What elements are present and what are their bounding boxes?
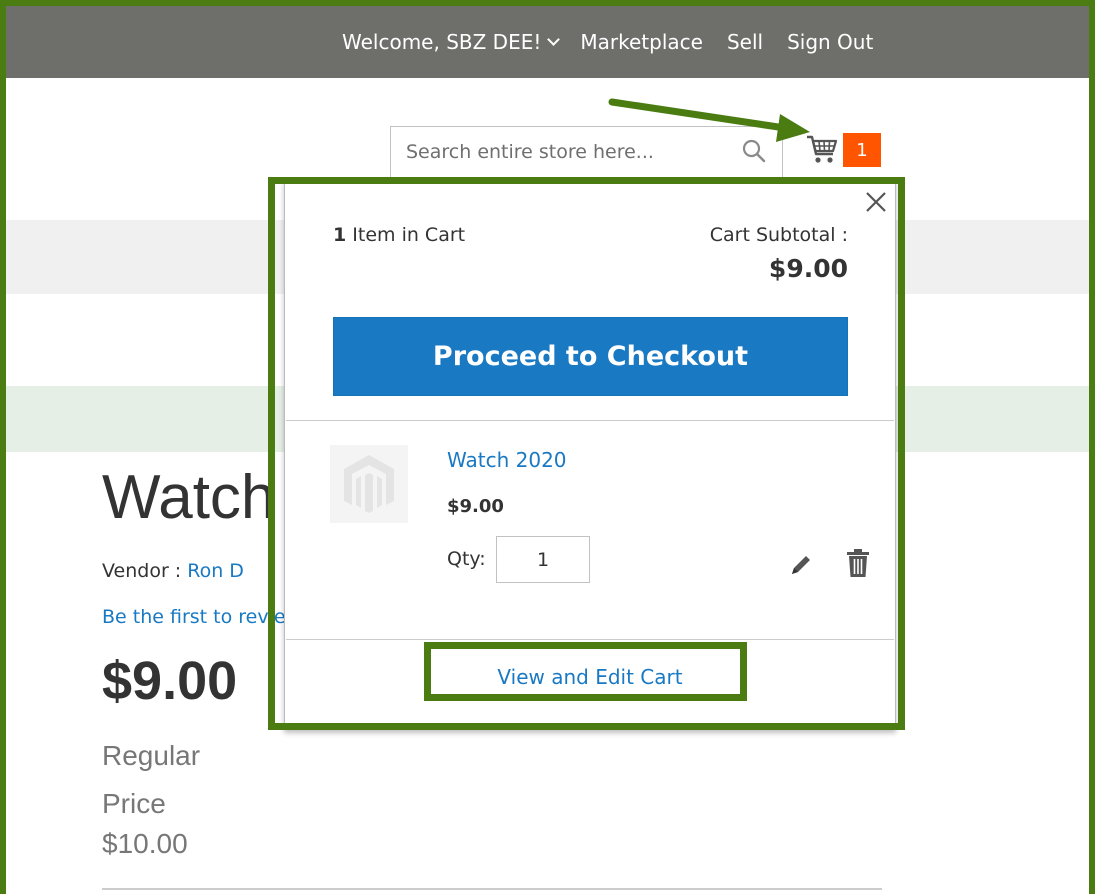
chevron-down-icon (547, 32, 561, 46)
vendor-link[interactable]: Ron D (187, 560, 244, 582)
trash-icon[interactable] (846, 548, 870, 578)
qty-input[interactable] (496, 536, 590, 583)
minicart-divider (286, 420, 894, 421)
regular-price-label: Regular Price (102, 740, 201, 819)
cart-count-badge[interactable]: 1 (843, 133, 881, 167)
view-and-edit-cart-link[interactable]: View and Edit Cart (430, 665, 750, 689)
cart-item-name[interactable]: Watch 2020 (447, 448, 567, 472)
items-count-label: Item in Cart (346, 224, 466, 246)
cart-item-price: $9.00 (447, 496, 504, 517)
top-links: Welcome, SBZ DEE! Marketplace Sell Sign … (342, 6, 897, 78)
subtotal-label: Cart Subtotal : (709, 224, 848, 246)
items-in-cart: 1 Item in Cart (333, 224, 465, 246)
minicart-divider (286, 639, 894, 640)
qty-label: Qty: (447, 548, 486, 570)
product-title: Watch (102, 463, 276, 532)
sell-link[interactable]: Sell (727, 30, 763, 54)
product-thumbnail[interactable] (330, 445, 408, 523)
marketplace-link[interactable]: Marketplace (580, 30, 703, 54)
sign-out-link[interactable]: Sign Out (787, 30, 873, 54)
welcome-dropdown[interactable]: Welcome, SBZ DEE! (342, 30, 561, 54)
vendor-label: Vendor : (102, 560, 188, 582)
top-bar: Welcome, SBZ DEE! Marketplace Sell Sign … (6, 6, 1095, 78)
product-price: $9.00 (102, 651, 238, 711)
proceed-to-checkout-button[interactable]: Proceed to Checkout (333, 317, 848, 396)
pencil-icon[interactable] (788, 552, 814, 578)
items-count-number: 1 (333, 224, 347, 246)
divider (102, 888, 882, 890)
annotation-arrow (608, 98, 810, 142)
welcome-text: Welcome, SBZ DEE! (342, 30, 542, 54)
regular-price-value: $10.00 (102, 828, 188, 859)
vendor-line: Vendor : Ron D (102, 560, 244, 582)
subtotal-value: $9.00 (768, 254, 848, 283)
magento-logo-icon (344, 455, 394, 513)
close-icon[interactable] (862, 188, 890, 216)
